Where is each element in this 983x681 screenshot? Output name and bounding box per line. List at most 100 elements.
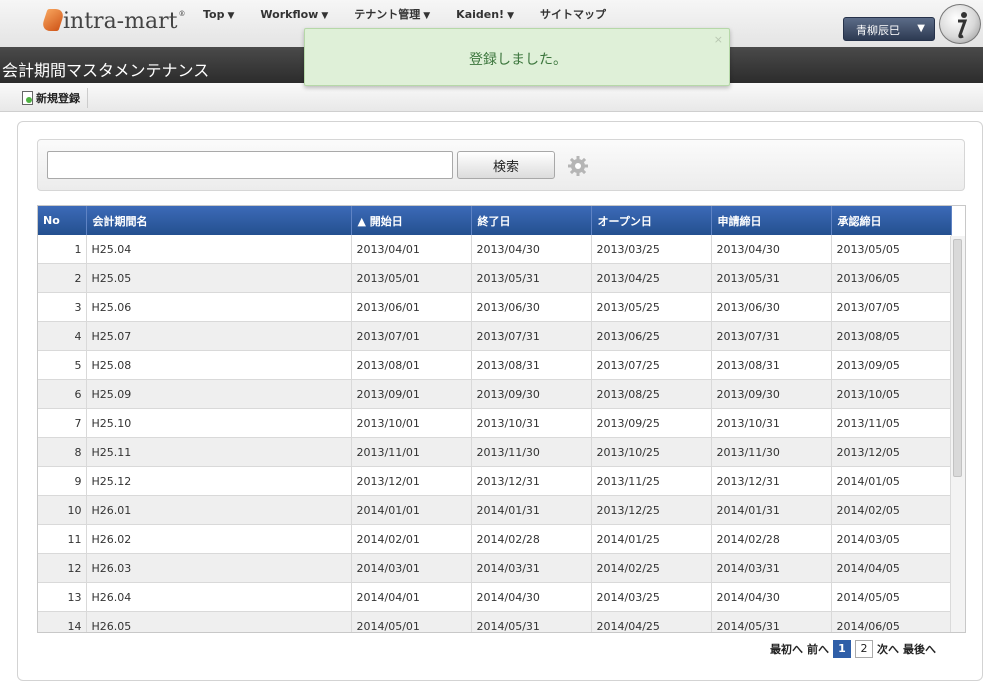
table-row[interactable]: 6 H25.09 2013/09/01 2013/09/30 2013/08/25 201…	[38, 379, 952, 409]
cell-period-name: H25.04	[86, 235, 352, 264]
cell-approval-deadline: 2014/06/05	[831, 611, 952, 632]
chevron-down-icon: ▼	[507, 11, 514, 21]
cell-start-date: 2014/03/01	[351, 553, 472, 583]
cell-open-date: 2013/10/25	[591, 437, 712, 467]
table-row[interactable]: 4 H25.07 2013/07/01 2013/07/31 2013/06/25 201…	[38, 321, 952, 351]
column-header-approval-deadline[interactable]: 承認締日	[831, 206, 952, 235]
cell-no: 7	[38, 408, 87, 438]
nav-item-sitemap[interactable]: サイトマップ	[527, 0, 619, 30]
cell-end-date: 2013/05/31	[471, 263, 592, 293]
cell-end-date: 2013/12/31	[471, 466, 592, 496]
table-row[interactable]: 8 H25.11 2013/11/01 2013/11/30 2013/10/25 201…	[38, 437, 952, 467]
table-row[interactable]: 11 H26.02 2014/02/01 2014/02/28 2014/01/25 20…	[38, 524, 952, 554]
table-row[interactable]: 9 H25.12 2013/12/01 2013/12/31 2013/11/25 201…	[38, 466, 952, 496]
nav-item-top[interactable]: Top ▼	[190, 0, 247, 30]
pager-page-1[interactable]: 1	[833, 640, 851, 658]
cell-start-date: 2013/06/01	[351, 292, 472, 322]
nav-item-tenant-admin[interactable]: テナント管理 ▼	[341, 0, 443, 30]
cell-start-date: 2014/02/01	[351, 524, 472, 554]
cell-no: 11	[38, 524, 87, 554]
column-header-start-date[interactable]: ▲ 開始日	[351, 206, 472, 235]
table-header-row: No 会計期間名 ▲ 開始日 終了日 オープン日 申請締日 承認締日	[38, 206, 952, 235]
cell-start-date: 2013/12/01	[351, 466, 472, 496]
nav-item-kaiden[interactable]: Kaiden! ▼	[443, 0, 527, 30]
cell-no: 4	[38, 321, 87, 351]
toast-message: 登録しました。	[469, 52, 567, 68]
cell-end-date: 2013/06/30	[471, 292, 592, 322]
column-header-period-name[interactable]: 会計期間名	[86, 206, 352, 235]
cell-end-date: 2014/03/31	[471, 553, 592, 583]
logo-mark-icon	[40, 9, 66, 31]
cell-application-deadline: 2014/04/30	[711, 582, 832, 612]
cell-period-name: H26.02	[86, 524, 352, 554]
cell-no: 5	[38, 350, 87, 380]
cell-end-date: 2013/10/31	[471, 408, 592, 438]
chevron-down-icon: ▼	[227, 11, 235, 21]
cell-application-deadline: 2014/05/31	[711, 611, 832, 632]
cell-open-date: 2013/04/25	[591, 263, 712, 293]
success-toast: 登録しました。 ×	[304, 28, 730, 86]
table-row[interactable]: 14 H26.05 2014/05/01 2014/05/31 2014/04/25 20…	[38, 611, 952, 632]
user-menu-dropdown[interactable]: 青柳辰巳 ▼	[843, 17, 935, 41]
fiscal-period-grid: No 会計期間名 ▲ 開始日 終了日 オープン日 申請締日 承認締日 1 H25.…	[37, 205, 966, 633]
cell-approval-deadline: 2013/11/05	[831, 408, 952, 438]
cell-end-date: 2013/07/31	[471, 321, 592, 351]
cell-open-date: 2013/09/25	[591, 408, 712, 438]
cell-period-name: H26.05	[86, 611, 352, 632]
cell-open-date: 2013/03/25	[591, 235, 712, 264]
info-icon[interactable]	[939, 4, 981, 44]
cell-application-deadline: 2013/08/31	[711, 350, 832, 380]
table-row[interactable]: 2 H25.05 2013/05/01 2013/05/31 2013/04/25 201…	[38, 263, 952, 293]
grid-scrollbar[interactable]	[950, 236, 965, 632]
search-input[interactable]	[47, 151, 453, 179]
cell-end-date: 2013/09/30	[471, 379, 592, 409]
cell-no: 14	[38, 611, 87, 632]
column-header-end-date[interactable]: 終了日	[471, 206, 592, 235]
table-row[interactable]: 7 H25.10 2013/10/01 2013/10/31 2013/09/25 201…	[38, 408, 952, 438]
intra-mart-logo[interactable]: intra-mart®	[40, 9, 185, 34]
cell-start-date: 2013/10/01	[351, 408, 472, 438]
cell-period-name: H25.05	[86, 263, 352, 293]
cell-open-date: 2014/04/25	[591, 611, 712, 632]
cell-end-date: 2013/04/30	[471, 235, 592, 264]
table-row[interactable]: 3 H25.06 2013/06/01 2013/06/30 2013/05/25 201…	[38, 292, 952, 322]
cell-approval-deadline: 2013/06/05	[831, 263, 952, 293]
cell-period-name: H25.11	[86, 437, 352, 467]
table-row[interactable]: 12 H26.03 2014/03/01 2014/03/31 2014/02/25 20…	[38, 553, 952, 583]
cell-no: 13	[38, 582, 87, 612]
user-name: 青柳辰巳	[856, 24, 900, 37]
cell-end-date: 2014/04/30	[471, 582, 592, 612]
gear-icon[interactable]	[567, 155, 589, 177]
new-registration-button[interactable]: 新規登録	[18, 88, 88, 108]
column-header-application-deadline[interactable]: 申請締日	[711, 206, 832, 235]
cell-application-deadline: 2013/07/31	[711, 321, 832, 351]
cell-open-date: 2013/06/25	[591, 321, 712, 351]
table-row[interactable]: 10 H26.01 2014/01/01 2014/01/31 2013/12/25 20…	[38, 495, 952, 525]
cell-approval-deadline: 2013/08/05	[831, 321, 952, 351]
table-row[interactable]: 13 H26.04 2014/04/01 2014/04/30 2014/03/25 20…	[38, 582, 952, 612]
page-title: 会計期間マスタメンテナンス	[2, 61, 210, 80]
cell-application-deadline: 2014/03/31	[711, 553, 832, 583]
table-row[interactable]: 1 H25.04 2013/04/01 2013/04/30 2013/03/25 201…	[38, 235, 952, 264]
cell-period-name: H25.06	[86, 292, 352, 322]
table-row[interactable]: 5 H25.08 2013/08/01 2013/08/31 2013/07/25 201…	[38, 350, 952, 380]
column-header-no[interactable]: No	[38, 206, 87, 235]
cell-application-deadline: 2013/06/30	[711, 292, 832, 322]
search-button[interactable]: 検索	[457, 151, 555, 179]
fiscal-period-table: No 会計期間名 ▲ 開始日 終了日 オープン日 申請締日 承認締日 1 H25.…	[38, 206, 952, 632]
close-icon[interactable]: ×	[714, 33, 723, 46]
global-nav: Top ▼ Workflow ▼ テナント管理 ▼ Kaiden! ▼ サイトマップ	[190, 0, 619, 30]
cell-approval-deadline: 2013/10/05	[831, 379, 952, 409]
cell-approval-deadline: 2014/05/05	[831, 582, 952, 612]
cell-approval-deadline: 2013/07/05	[831, 292, 952, 322]
cell-end-date: 2014/05/31	[471, 611, 592, 632]
scrollbar-thumb[interactable]	[953, 239, 962, 477]
nav-item-workflow[interactable]: Workflow ▼	[247, 0, 341, 30]
cell-end-date: 2014/02/28	[471, 524, 592, 554]
cell-period-name: H26.04	[86, 582, 352, 612]
cell-start-date: 2013/04/01	[351, 235, 472, 264]
column-header-open-date[interactable]: オープン日	[591, 206, 712, 235]
pager-page-2[interactable]: 2	[855, 640, 873, 658]
cell-open-date: 2014/02/25	[591, 553, 712, 583]
new-registration-label: 新規登録	[36, 92, 80, 105]
